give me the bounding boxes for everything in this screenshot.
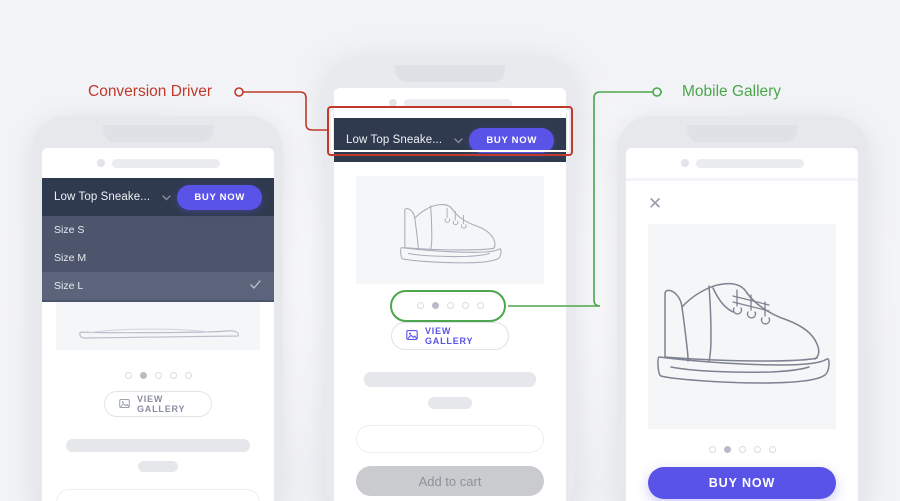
annotation-label-mobile-gallery: Mobile Gallery xyxy=(682,83,782,100)
annotation-label-conversion-driver: Conversion Driver xyxy=(88,83,213,100)
canvas: Low Top Sneake... BUY NOW Size S Size M … xyxy=(0,0,900,501)
connector-mobile-gallery xyxy=(508,87,662,307)
